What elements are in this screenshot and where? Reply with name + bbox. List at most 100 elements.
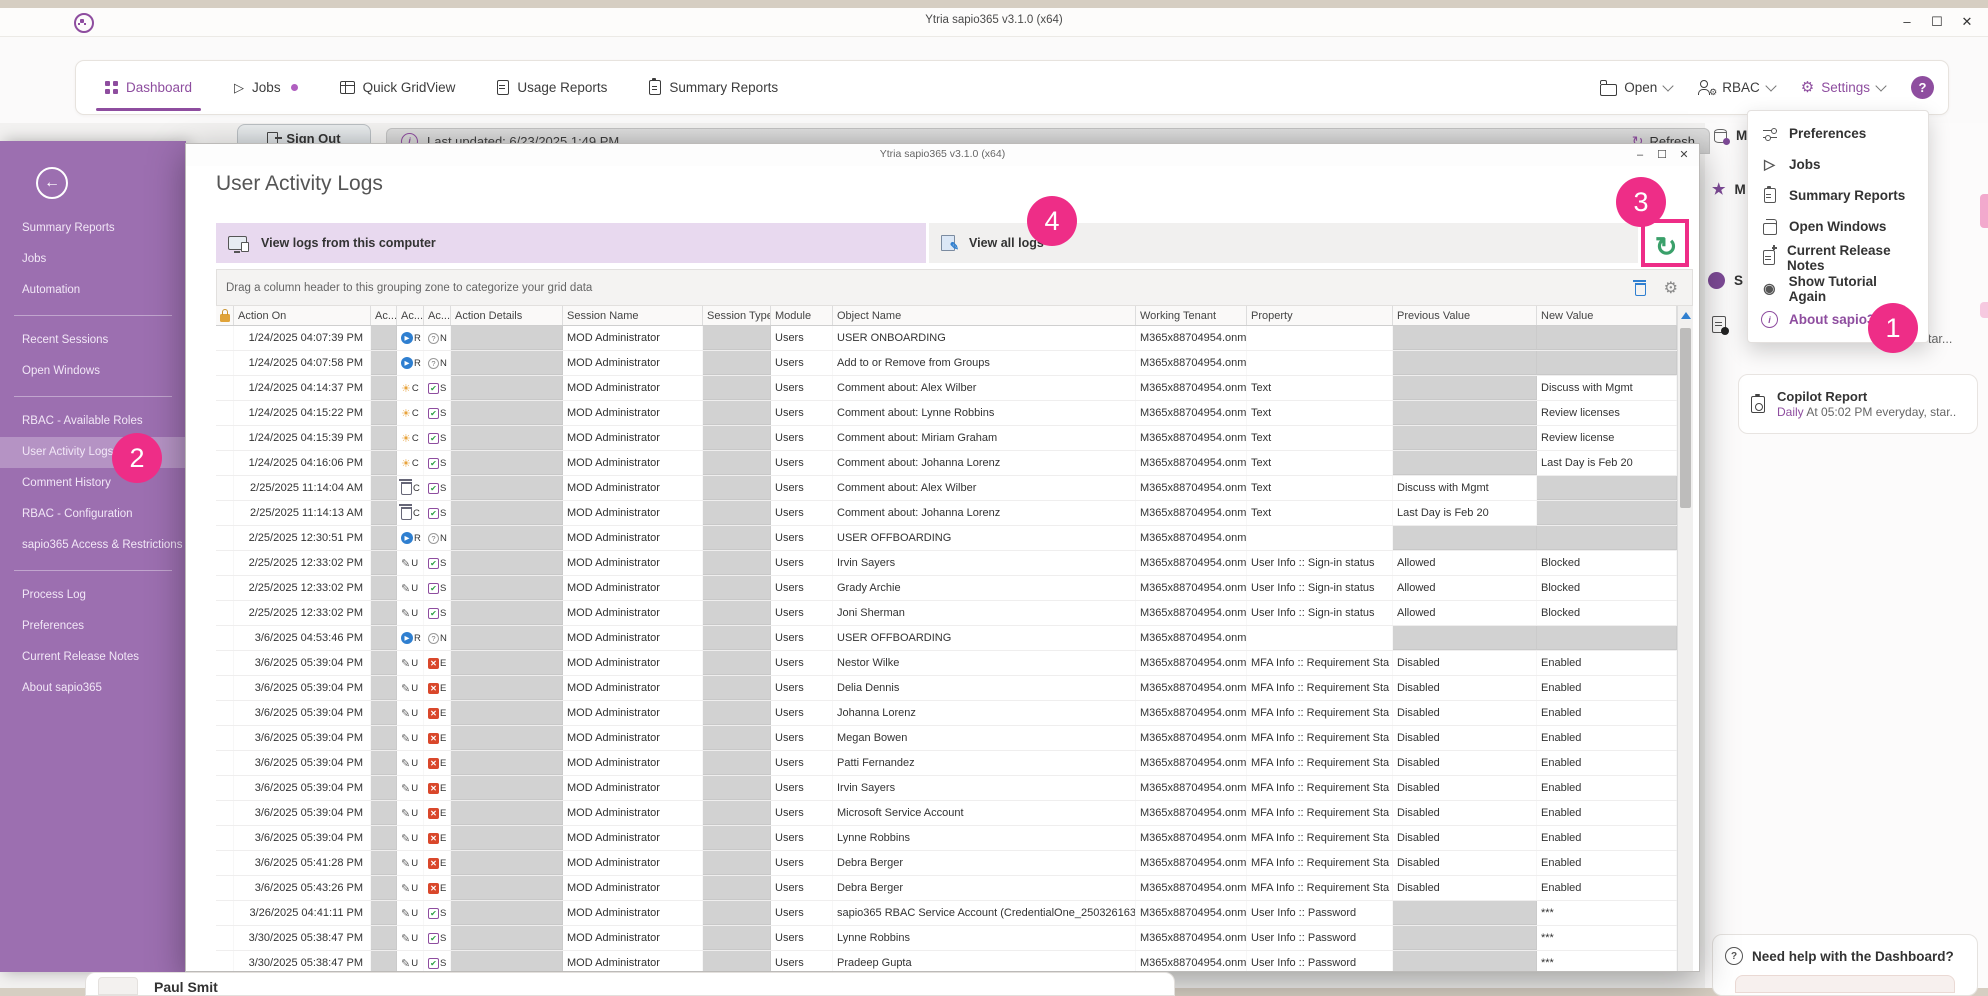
sidebar-item-sapio365-access-restrictions[interactable]: sapio365 Access & Restrictions — [0, 530, 186, 561]
table-row[interactable]: 3/6/2025 05:39:04 PM✎U✕EMOD Administrato… — [216, 726, 1677, 751]
table-row[interactable]: 2/25/2025 11:14:04 AMC✔SMOD Administrato… — [216, 476, 1677, 501]
column-header-label: Ac... — [375, 310, 397, 322]
column-header-property[interactable]: Property — [1247, 306, 1393, 325]
column-header-action-on[interactable]: Action On — [234, 306, 371, 325]
cell-action-icon: ✕E — [424, 651, 451, 675]
table-row[interactable]: 3/6/2025 05:39:04 PM✎U✕EMOD Administrato… — [216, 701, 1677, 726]
cell-session-type — [703, 601, 771, 625]
column-header-action-details[interactable]: Action Details — [451, 306, 563, 325]
cell-action-icon: C — [397, 501, 424, 525]
sidebar-item-rbac-configuration[interactable]: RBAC - Configuration — [0, 499, 186, 530]
help-action-button[interactable] — [1735, 975, 1955, 993]
close-button[interactable]: ✕ — [1673, 146, 1695, 164]
maximize-button[interactable]: ☐ — [1651, 146, 1673, 164]
sidebar-item-summary-reports[interactable]: Summary Reports — [0, 213, 186, 244]
table-row[interactable]: 1/24/2025 04:14:37 PM☀C✔SMOD Administrat… — [216, 376, 1677, 401]
sun-icon: ☀ — [401, 407, 411, 420]
sidebar-item-process-log[interactable]: Process Log — [0, 580, 186, 611]
gear-icon[interactable]: ⚙ — [1664, 278, 1678, 298]
vertical-scrollbar[interactable] — [1677, 306, 1693, 972]
tab-jobs[interactable]: ▷Jobs — [213, 61, 319, 114]
table-row[interactable]: 2/25/2025 12:33:02 PM✎U✔SMOD Administrat… — [216, 576, 1677, 601]
table-row[interactable]: 3/6/2025 05:41:28 PM✎U✕EMOD Administrato… — [216, 851, 1677, 876]
trash-icon[interactable] — [1635, 283, 1646, 296]
sidebar-item-current-release-notes[interactable]: Current Release Notes — [0, 642, 186, 673]
minimize-button[interactable]: – — [1629, 146, 1651, 164]
action-letter: C — [413, 508, 420, 519]
column-header-ac[interactable]: Ac... — [371, 306, 397, 325]
column-header-module[interactable]: Module — [771, 306, 833, 325]
maximize-button[interactable]: ☐ — [1922, 10, 1952, 34]
table-row[interactable]: 3/6/2025 05:39:04 PM✎U✕EMOD Administrato… — [216, 651, 1677, 676]
table-row[interactable]: 3/6/2025 05:39:04 PM✎U✕EMOD Administrato… — [216, 826, 1677, 851]
column-header-working-tenant[interactable]: Working Tenant — [1136, 306, 1247, 325]
rbac-button[interactable]: ⚙RBAC — [1698, 80, 1775, 95]
column-header-session-type[interactable]: Session Type — [703, 306, 771, 325]
session-name-value: MOD Administrator — [567, 332, 660, 344]
menu-item-current-release-notes[interactable]: Current Release Notes — [1748, 242, 1928, 273]
column-header-new-value[interactable]: New Value — [1537, 306, 1677, 325]
tab-usage-reports[interactable]: Usage Reports — [476, 61, 628, 114]
current-user-card[interactable]: Paul Smit — [85, 972, 1175, 996]
previous-value: Disabled — [1397, 682, 1440, 694]
table-row[interactable]: 2/25/2025 12:33:02 PM✎U✔SMOD Administrat… — [216, 601, 1677, 626]
tab-summary-reports[interactable]: Summary Reports — [628, 61, 799, 114]
sidebar-item-jobs[interactable]: Jobs — [0, 244, 186, 275]
table-row[interactable]: 3/30/2025 05:38:47 PM✎U✔SMOD Administrat… — [216, 951, 1677, 972]
close-button[interactable]: ✕ — [1952, 10, 1982, 34]
table-row[interactable]: 1/24/2025 04:07:58 PM▶R?NMOD Administrat… — [216, 351, 1677, 376]
table-row[interactable]: 2/25/2025 11:14:13 AMC✔SMOD Administrato… — [216, 501, 1677, 526]
column-header-previous-value[interactable]: Previous Value — [1393, 306, 1537, 325]
sidebar-item-about-sapio365[interactable]: About sapio365 — [0, 673, 186, 704]
tab-dashboard[interactable]: Dashboard — [84, 61, 213, 114]
settings-button[interactable]: ⚙Settings — [1801, 80, 1885, 95]
sidebar-item-rbac-available-roles[interactable]: RBAC - Available Roles — [0, 406, 186, 437]
table-row[interactable]: 3/6/2025 05:39:04 PM✎U✕EMOD Administrato… — [216, 801, 1677, 826]
table-row[interactable]: 1/24/2025 04:15:39 PM☀C✔SMOD Administrat… — [216, 426, 1677, 451]
menu-item-open-windows[interactable]: Open Windows — [1748, 211, 1928, 242]
table-row[interactable]: 1/24/2025 04:16:06 PM☀C✔SMOD Administrat… — [216, 451, 1677, 476]
table-row[interactable]: 3/6/2025 05:39:04 PM✎U✕EMOD Administrato… — [216, 751, 1677, 776]
menu-item-summary-reports[interactable]: Summary Reports — [1748, 180, 1928, 211]
sidebar-item-preferences[interactable]: Preferences — [0, 611, 186, 642]
sidebar-item-comment-history[interactable]: Comment History — [0, 468, 186, 499]
sidebar-item-open-windows[interactable]: Open Windows — [0, 356, 186, 387]
table-row[interactable]: 2/25/2025 12:30:51 PM▶R?NMOD Administrat… — [216, 526, 1677, 551]
table-row[interactable]: 3/26/2025 04:41:11 PM✎U✔SMOD Administrat… — [216, 901, 1677, 926]
new-value: Enabled — [1541, 857, 1581, 869]
table-row[interactable]: 1/24/2025 04:15:22 PM☀C✔SMOD Administrat… — [216, 401, 1677, 426]
fragment-label: M — [1734, 182, 1745, 197]
cell-session-type — [703, 401, 771, 425]
scroll-up-icon[interactable] — [1681, 312, 1691, 319]
table-row[interactable]: 3/6/2025 04:53:46 PM▶R?NMOD Administrato… — [216, 626, 1677, 651]
column-header-object-name[interactable]: Object Name — [833, 306, 1136, 325]
grouping-zone[interactable]: Drag a column header to this grouping zo… — [216, 269, 1693, 306]
cell-module: Users — [771, 551, 833, 575]
column-header-session-name[interactable]: Session Name — [563, 306, 703, 325]
table-row[interactable]: 2/25/2025 12:33:02 PM✎U✔SMOD Administrat… — [216, 551, 1677, 576]
back-button[interactable]: ← — [36, 167, 68, 199]
minimize-button[interactable]: – — [1892, 10, 1922, 34]
table-row[interactable]: 3/6/2025 05:39:04 PM✎U✕EMOD Administrato… — [216, 676, 1677, 701]
open-button[interactable]: Open — [1600, 80, 1672, 96]
sidebar-item-recent-sessions[interactable]: Recent Sessions — [0, 325, 186, 356]
menu-item-show-tutorial-again[interactable]: ◉Show Tutorial Again — [1748, 273, 1928, 304]
table-row[interactable]: 3/30/2025 05:38:47 PM✎U✔SMOD Administrat… — [216, 926, 1677, 951]
cell-session-name: MOD Administrator — [563, 501, 703, 525]
menu-item-jobs[interactable]: ▷Jobs — [1748, 149, 1928, 180]
column-header-lock[interactable] — [216, 306, 234, 325]
table-row[interactable]: 1/24/2025 04:07:39 PM▶R?NMOD Administrat… — [216, 326, 1677, 351]
menu-item-preferences[interactable]: Preferences — [1748, 118, 1928, 149]
column-header-ac[interactable]: Ac... — [397, 306, 424, 325]
help-button[interactable]: ? — [1911, 76, 1934, 99]
tab-view-local-logs[interactable]: View logs from this computer — [216, 223, 926, 263]
column-header-ac[interactable]: Ac... — [424, 306, 451, 325]
new-value: *** — [1541, 932, 1554, 944]
scrollbar-thumb[interactable] — [1680, 328, 1691, 508]
sidebar-item-automation[interactable]: Automation — [0, 275, 186, 306]
tab-quick-gridview[interactable]: Quick GridView — [319, 61, 477, 114]
table-row[interactable]: 3/6/2025 05:43:26 PM✎U✕EMOD Administrato… — [216, 876, 1677, 901]
fragment-label: S — [1734, 273, 1743, 288]
copilot-report-card[interactable]: Copilot Report Daily At 05:02 PM everyda… — [1738, 374, 1978, 434]
table-row[interactable]: 3/6/2025 05:39:04 PM✎U✕EMOD Administrato… — [216, 776, 1677, 801]
